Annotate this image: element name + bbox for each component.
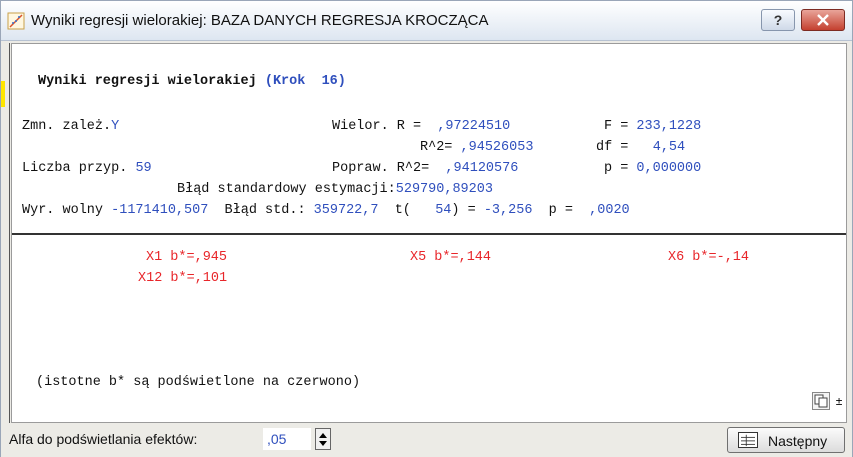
close-button[interactable] <box>801 9 845 31</box>
intercept-value: -1171410,507 <box>111 203 209 218</box>
r2-value: ,94526053 <box>460 140 534 155</box>
alpha-spinner[interactable] <box>315 428 331 450</box>
heading-label: Wyniki regresji wielorakiej <box>38 74 257 89</box>
n-cases: Liczba przyp. 59 <box>22 161 152 176</box>
highlight-note: (istotne b* są podświetlone na czerwono) <box>36 375 361 390</box>
coef-x1: X1 b*=,945 <box>146 250 228 265</box>
se-est-value: 529790,89203 <box>395 182 493 197</box>
coef-x12: X12 b*=,101 <box>138 271 228 286</box>
t-label: t( <box>394 203 411 218</box>
adj-r2-value: ,94120576 <box>445 161 519 176</box>
df-label: df = <box>596 140 629 155</box>
intercept-p-value: ,0020 <box>589 203 630 218</box>
spin-up-icon[interactable] <box>319 433 327 438</box>
spin-down-icon[interactable] <box>319 441 327 446</box>
adj-r2-label: Popraw. R^2= <box>332 161 430 176</box>
copy-icon <box>814 394 828 408</box>
copy-button[interactable] <box>812 392 830 410</box>
next-button[interactable]: Następny <box>727 427 845 453</box>
f-stat: F = 233,1228 <box>604 119 701 134</box>
dep-var-row: Zmn. zależ.Y <box>22 119 119 134</box>
multiple-r-label: Wielor. R = <box>332 119 422 134</box>
n-label: Liczba przyp. <box>22 161 128 176</box>
results-window: Wyniki regresji wielorakiej: BAZA DANYCH… <box>0 0 853 457</box>
t-rest: ) = <box>451 203 476 218</box>
r2-label: R^2= <box>420 140 453 155</box>
p-label: p = <box>604 161 629 176</box>
edge-line <box>9 43 10 423</box>
t-value: -3,256 <box>483 203 533 218</box>
close-icon <box>817 14 829 26</box>
title-bar[interactable]: Wyniki regresji wielorakiej: BAZA DANYCH… <box>1 1 852 41</box>
help-button[interactable]: ? <box>761 9 795 31</box>
intercept-row: Wyr. wolny -1171410,507 Błąd std.: 35972… <box>22 203 630 218</box>
window-title: Wyniki regresji wielorakiej: BAZA DANYCH… <box>31 12 489 29</box>
se-estimate: Błąd standardowy estymacji:529790,89203 <box>177 182 493 197</box>
se-est-label: Błąd standardowy estymacji: <box>177 182 396 197</box>
expand-toggle[interactable]: ± <box>832 392 846 410</box>
heading-step: (Krok 16) <box>264 74 346 89</box>
chart-app-icon <box>7 12 25 30</box>
intercept-p-label: p = <box>548 203 573 218</box>
results-heading: Wyniki regresji wielorakiej (Krok 16) <box>38 74 346 89</box>
next-label: Następny <box>768 433 828 449</box>
f-value: 233,1228 <box>636 119 702 134</box>
intercept-se-label: Błąd std.: <box>224 203 306 218</box>
dep-var-value: Y <box>111 119 120 134</box>
p-stat: p = 0,000000 <box>604 161 701 176</box>
coef-x5: X5 b*=,144 <box>410 250 492 265</box>
results-panel: Wyniki regresji wielorakiej (Krok 16) Zm… <box>11 43 847 423</box>
n-value: 59 <box>135 161 152 176</box>
results-divider <box>12 233 846 235</box>
dep-var-label: Zmn. zależ. <box>22 119 112 134</box>
p-value: 0,000000 <box>636 161 702 176</box>
alpha-label: Alfa do podświetlania efektów: <box>9 431 198 447</box>
next-table-icon <box>738 432 758 448</box>
df-value: 4,54 <box>652 140 686 155</box>
r2: R^2= ,94526053 <box>420 140 533 155</box>
df: df = 4,54 <box>596 140 685 155</box>
t-df: 54 <box>435 203 452 218</box>
multiple-r-value: ,97224510 <box>437 119 511 134</box>
adj-r2: Popraw. R^2= ,94120576 <box>332 161 518 176</box>
intercept-se-value: 359722,7 <box>313 203 379 218</box>
multiple-r: Wielor. R = ,97224510 <box>332 119 510 134</box>
coef-x6: X6 b*=-,14 <box>668 250 750 265</box>
f-label: F = <box>604 119 629 134</box>
intercept-label: Wyr. wolny <box>22 203 104 218</box>
edge-marker <box>1 81 5 107</box>
footer-bar: Alfa do podświetlania efektów: Następny <box>1 423 852 457</box>
alpha-input[interactable] <box>263 428 311 450</box>
